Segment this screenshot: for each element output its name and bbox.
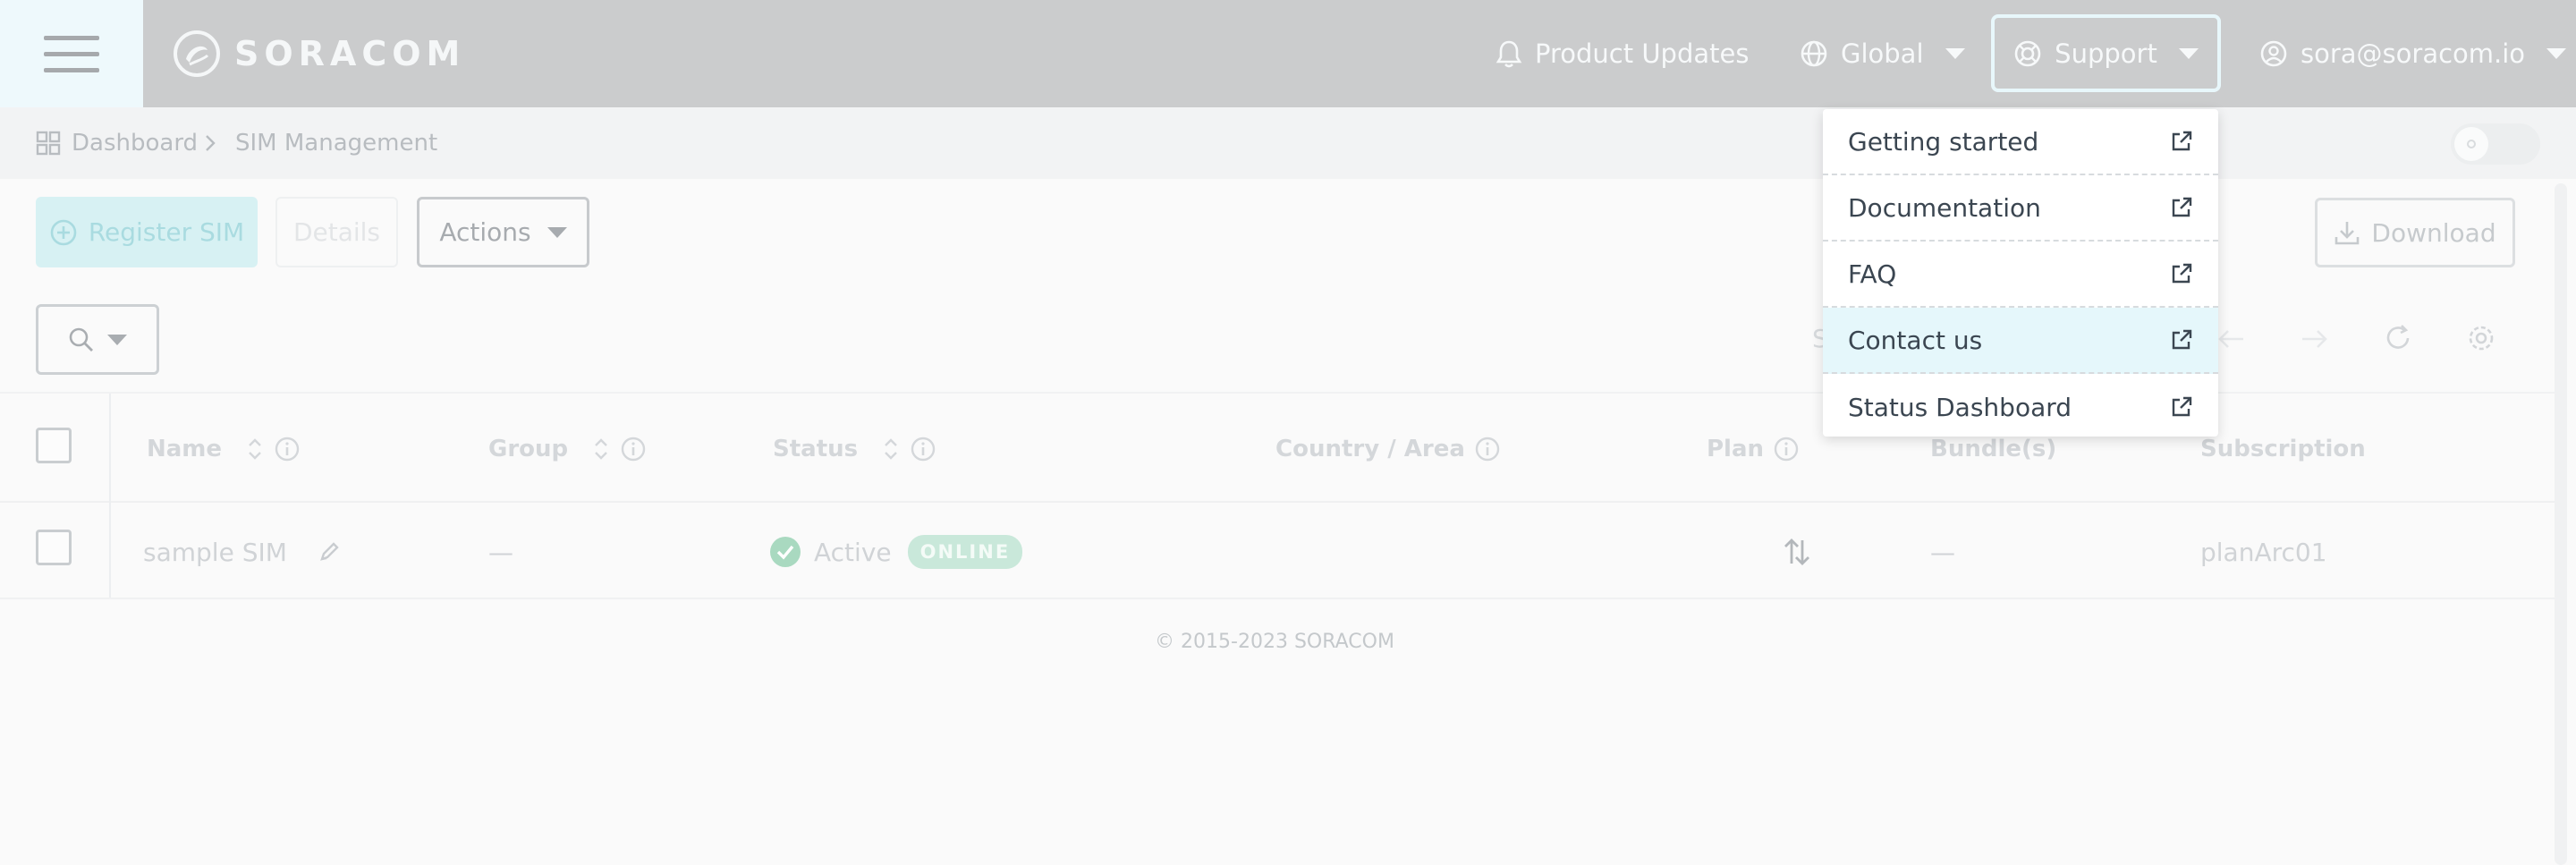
support-button[interactable]: Support [1991,14,2221,92]
region-label: Global [1841,38,1924,69]
download-label: Download [2371,217,2496,248]
product-updates-link[interactable]: Product Updates [1496,0,1749,107]
breadcrumb-current: SIM Management [235,130,438,157]
soracom-logo[interactable]: SORACOM [172,27,465,81]
chevron-down-icon [2546,48,2567,59]
top-header: SORACOM Product Updates Global Support s… [0,0,2576,107]
group-cell: — [488,537,513,567]
external-link-icon [2172,263,2192,284]
column-header-label: Country / Area [1275,436,1465,462]
sim-name-cell: sample SIM [143,505,341,599]
select-all-checkbox[interactable] [36,428,72,463]
menu-item-getting-started[interactable]: Getting started [1823,109,2218,175]
pencil-icon[interactable] [318,540,341,564]
download-icon [2335,222,2360,245]
sort-icon [249,438,261,460]
column-header-label: Group [488,436,569,462]
check-circle-icon [770,537,801,567]
info-icon [911,437,936,462]
support-label: Support [2055,38,2157,69]
plus-circle-icon [50,219,77,245]
menu-item-faq[interactable]: FAQ [1823,242,2218,308]
lifebuoy-icon [2014,40,2041,66]
column-header-plan: Plan [1707,394,1800,505]
chevron-down-icon [1945,48,1965,59]
chevron-down-icon [107,334,127,345]
chevron-down-icon [547,226,567,238]
hamburger-icon-line [44,67,99,72]
info-icon [1475,437,1500,462]
menu-item-label: Getting started [1848,126,2039,157]
soracom-logo-icon [174,30,220,77]
bundles-cell: — [1930,537,1955,567]
menu-item-label: Contact us [1848,325,1983,355]
subscription-cell: planArc01 [2200,537,2327,567]
column-header-label: Status [773,436,859,462]
breadcrumb-home-label: Dashboard [72,130,199,157]
sort-icon [885,438,897,460]
info-icon [1774,437,1799,462]
menu-item-label: FAQ [1848,259,1897,289]
sun-icon [2454,127,2488,161]
plan-change-icon[interactable] [1782,505,1812,599]
menu-item-label: Documentation [1848,192,2041,223]
status-text: Active [814,537,892,567]
user-menu[interactable]: sora@soracom.io [2259,0,2567,107]
column-header-name[interactable]: Name [147,394,301,505]
external-link-icon [2172,131,2192,151]
user-email: sora@soracom.io [2301,38,2526,69]
chevron-down-icon [2178,47,2199,59]
refresh-icon[interactable] [2383,323,2413,353]
external-link-icon [2172,197,2192,217]
chevron-right-icon [202,107,218,179]
menu-item-label: Status Dashboard [1848,392,2072,422]
vertical-scrollbar[interactable] [2555,183,2567,865]
column-header-group[interactable]: Group [488,394,647,505]
external-link-icon [2172,396,2192,417]
gear-icon[interactable] [2466,323,2496,353]
menu-item-contact-us[interactable]: Contact us [1823,308,2218,374]
column-header-label: Plan [1707,436,1765,462]
menu-item-documentation[interactable]: Documentation [1823,175,2218,242]
theme-toggle[interactable] [2451,123,2540,165]
product-updates-label: Product Updates [1535,38,1750,69]
status-cell: Active ONLINE [769,505,1023,599]
menu-item-status-dashboard[interactable]: Status Dashboard [1823,374,2218,437]
column-header-subscription: Subscription [2200,436,2366,462]
footer-copyright: © 2015-2023 SORACOM [1155,631,1394,653]
logo-text: SORACOM [234,34,466,73]
hamburger-menu-button[interactable] [0,0,143,107]
actions-label: Actions [439,217,531,247]
user-circle-icon [2260,40,2287,67]
dashboard-icon [36,131,61,156]
column-header-label: Name [147,436,223,462]
bell-icon [1496,40,1522,68]
globe-icon [1801,40,1827,67]
table-row[interactable]: sample SIM — Active ONLINE — planArc01 [0,505,2555,599]
actions-button[interactable]: Actions [417,197,589,267]
hamburger-icon-line [44,35,99,40]
sim-name: sample SIM [143,537,287,567]
register-sim-label: Register SIM [88,217,245,247]
external-link-icon [2172,329,2192,350]
region-selector[interactable]: Global [1800,0,1965,107]
arrow-left-icon[interactable] [2216,326,2247,352]
online-badge: ONLINE [907,535,1023,569]
column-header-country: Country / Area [1275,394,1501,505]
info-icon [275,437,300,462]
search-icon [69,327,93,352]
support-dropdown-menu: Getting started Documentation FAQ Contac… [1823,109,2218,437]
sort-icon [595,438,608,460]
breadcrumb-dashboard[interactable]: Dashboard [36,107,198,179]
hamburger-icon-line [44,51,99,56]
row-checkbox[interactable] [36,530,72,565]
search-filter-button[interactable] [36,304,159,375]
register-sim-button[interactable]: Register SIM [36,197,258,267]
column-header-status[interactable]: Status [773,394,936,505]
info-icon [621,437,646,462]
details-button[interactable]: Details [275,197,398,267]
download-button[interactable]: Download [2315,198,2515,267]
arrow-right-icon[interactable] [2299,326,2329,352]
